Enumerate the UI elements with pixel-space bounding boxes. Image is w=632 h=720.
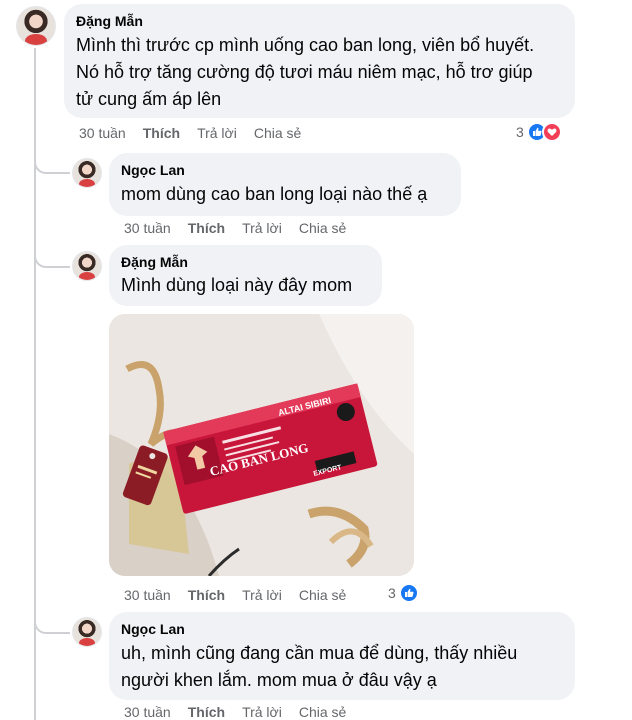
share-button[interactable]: Chia sẻ bbox=[299, 219, 346, 237]
thread-connector bbox=[34, 244, 70, 268]
comment-text: Mình thì trước cp mình uống cao ban long… bbox=[76, 35, 535, 109]
avatar[interactable] bbox=[72, 617, 102, 647]
comment-actions: 30 tuần Thích Trả lời Chia sẻ bbox=[124, 586, 363, 604]
product-photo-illustration: ALTAI SIBIRI CAO BAN LONG EXPORT bbox=[109, 314, 414, 576]
reaction-summary[interactable]: 3 bbox=[516, 122, 562, 142]
comment-photo[interactable]: ALTAI SIBIRI CAO BAN LONG EXPORT bbox=[109, 314, 414, 576]
thread-connector bbox=[34, 610, 70, 634]
comment-author[interactable]: Đặng Mẫn bbox=[76, 12, 563, 30]
comment-bubble: Đặng Mẫn Mình thì trước cp mình uống cao… bbox=[64, 4, 575, 118]
reply-button[interactable]: Trả lời bbox=[242, 703, 282, 720]
comment-text: Mình dùng loại này đây mom bbox=[121, 275, 353, 295]
reaction-count: 3 bbox=[516, 124, 524, 140]
comment-timestamp[interactable]: 30 tuần bbox=[124, 586, 171, 604]
like-button[interactable]: Thích bbox=[188, 219, 225, 237]
share-button[interactable]: Chia sẻ bbox=[254, 124, 301, 142]
comment-timestamp[interactable]: 30 tuần bbox=[79, 124, 126, 142]
avatar[interactable] bbox=[72, 158, 102, 188]
avatar[interactable] bbox=[72, 251, 102, 281]
like-button[interactable]: Thích bbox=[143, 124, 180, 142]
reaction-count: 3 bbox=[388, 585, 396, 601]
reaction-summary[interactable]: 3 bbox=[388, 583, 419, 603]
comment-actions: 30 tuần Thích Trả lời Chia sẻ bbox=[79, 124, 318, 142]
thumbs-up-icon bbox=[398, 583, 419, 603]
thread-connector bbox=[34, 150, 70, 174]
comment-actions: 30 tuần Thích Trả lời Chia sẻ bbox=[124, 219, 363, 237]
comment-timestamp[interactable]: 30 tuần bbox=[124, 219, 171, 237]
comment-actions: 30 tuần Thích Trả lời Chia sẻ bbox=[124, 703, 363, 720]
comment-text: uh, mình cũng đang cần mua để dùng, thấy… bbox=[121, 643, 518, 690]
avatar[interactable] bbox=[16, 6, 56, 46]
comment-bubble: Ngọc Lan uh, mình cũng đang cần mua để d… bbox=[109, 612, 575, 700]
comment-bubble: Ngọc Lan mom dùng cao ban long loại nào … bbox=[109, 153, 461, 216]
share-button[interactable]: Chia sẻ bbox=[299, 703, 346, 720]
like-button[interactable]: Thích bbox=[188, 586, 225, 604]
comment-author[interactable]: Đặng Mẫn bbox=[121, 253, 370, 271]
share-button[interactable]: Chia sẻ bbox=[299, 586, 346, 604]
comment-author[interactable]: Ngọc Lan bbox=[121, 161, 449, 179]
comment-text: mom dùng cao ban long loại nào thế ạ bbox=[121, 184, 428, 204]
reply-button[interactable]: Trả lời bbox=[242, 219, 282, 237]
reply-button[interactable]: Trả lời bbox=[197, 124, 237, 142]
comment-bubble: Đặng Mẫn Mình dùng loại này đây mom bbox=[109, 245, 382, 306]
comment-timestamp[interactable]: 30 tuần bbox=[124, 703, 171, 720]
heart-icon bbox=[541, 122, 562, 142]
comment-author[interactable]: Ngọc Lan bbox=[121, 620, 563, 638]
like-button[interactable]: Thích bbox=[188, 703, 225, 720]
reply-button[interactable]: Trả lời bbox=[242, 586, 282, 604]
